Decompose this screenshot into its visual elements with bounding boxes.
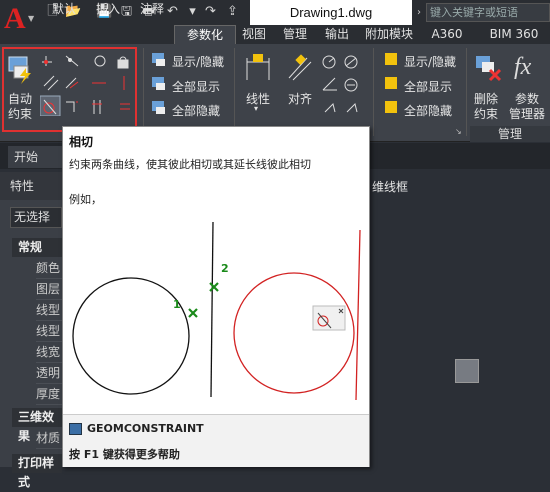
dim-show-hide-label[interactable]: 显示/隐藏 bbox=[404, 53, 456, 70]
show-hide-icon[interactable] bbox=[150, 51, 168, 69]
undo-dropdown-icon[interactable]: ▾ bbox=[184, 4, 201, 20]
tab-output[interactable]: 输出 bbox=[320, 25, 354, 44]
tangent-tooltip: 相切 约束两条曲线，使其彼此相切或其延长线彼此相切 例如， 1 2 GEOMCO… bbox=[62, 126, 370, 467]
dim-show-all-label[interactable]: 全部显示 bbox=[404, 78, 452, 95]
search-input[interactable]: 键入关键字或短语 bbox=[426, 3, 550, 22]
tooltip-command: GEOMCONSTRAINT bbox=[87, 422, 204, 435]
dynamic-icon bbox=[324, 103, 336, 113]
dim-show-all-icon[interactable] bbox=[382, 75, 400, 93]
lock-dim-icon bbox=[346, 103, 358, 113]
aligned-label[interactable]: 对齐 bbox=[288, 90, 312, 107]
tooltip-footer: GEOMCONSTRAINT 按 F1 键获得更多帮助 bbox=[63, 414, 369, 467]
dim-hide-all-icon[interactable] bbox=[382, 99, 400, 117]
example-circle-after bbox=[233, 272, 355, 394]
angular-icon bbox=[322, 77, 337, 91]
param-manager-label-2: 管理器 bbox=[509, 107, 546, 121]
drawing-canvas[interactable] bbox=[370, 169, 550, 467]
command-icon bbox=[69, 423, 82, 435]
prop-transparency[interactable]: 透明 bbox=[36, 363, 62, 384]
redo-icon[interactable]: ↷ bbox=[202, 4, 219, 20]
example-line-after bbox=[355, 229, 361, 401]
radius-icon bbox=[322, 55, 336, 69]
selection-dropdown[interactable]: 无选择 bbox=[10, 207, 62, 228]
application-menu-button[interactable]: A ▼ bbox=[0, 0, 38, 44]
tab-addins[interactable]: 附加模块 bbox=[360, 25, 418, 44]
document-title: Drawing1.dwg bbox=[250, 0, 412, 25]
tangent-example-illustration: 1 2 bbox=[72, 222, 361, 401]
show-all-icon[interactable] bbox=[150, 75, 168, 93]
autocad-logo-icon: A bbox=[4, 2, 26, 35]
example-line-before bbox=[210, 222, 214, 398]
example-label-1: 1 bbox=[173, 298, 181, 311]
aligned-dimension-icon[interactable] bbox=[285, 52, 315, 82]
hide-all-icon[interactable] bbox=[150, 99, 168, 117]
pick-marker-2-icon bbox=[209, 282, 219, 292]
section-general[interactable]: 常规 bbox=[12, 238, 62, 257]
tab-view[interactable]: 视图 bbox=[238, 25, 270, 44]
example-label-2: 2 bbox=[221, 262, 229, 275]
geom-show-hide-label[interactable]: 显示/隐藏 bbox=[172, 53, 224, 70]
geom-hide-all-label[interactable]: 全部隐藏 bbox=[172, 102, 220, 119]
tab-default[interactable]: 默认 bbox=[44, 0, 84, 19]
tab-parametric[interactable]: 参数化 bbox=[174, 25, 236, 44]
panel-expand-icon[interactable]: ↘ bbox=[455, 127, 462, 136]
chevron-down-icon[interactable]: ▾ bbox=[254, 104, 258, 113]
tab-start[interactable]: 开始 bbox=[8, 146, 63, 168]
highlight-box bbox=[2, 47, 137, 132]
tab-annotate[interactable]: 注释 bbox=[132, 0, 172, 19]
convert-icon bbox=[344, 78, 358, 92]
prop-material[interactable]: 材质 bbox=[36, 428, 62, 449]
dimension-tools bbox=[322, 55, 358, 113]
prop-thickness[interactable]: 厚度 bbox=[36, 384, 62, 405]
prop-linetype-scale[interactable]: 线型 bbox=[36, 321, 62, 342]
tab-bim360[interactable]: BIM 360 bbox=[484, 25, 544, 44]
tooltip-description: 约束两条曲线，使其彼此相切或其延长线彼此相切 bbox=[69, 158, 311, 171]
properties-title: 特性 bbox=[0, 172, 62, 200]
prop-layer[interactable]: 图层 bbox=[36, 279, 62, 300]
tab-insert[interactable]: 插入 bbox=[88, 0, 128, 19]
delete-constraint-label-2: 约束 bbox=[474, 107, 499, 121]
section-3d-effects[interactable]: 三维效果 bbox=[12, 408, 62, 443]
parameter-manager-icon[interactable]: fx bbox=[514, 54, 531, 81]
diameter-icon bbox=[344, 55, 358, 69]
separator bbox=[373, 48, 374, 136]
tooltip-title: 相切 bbox=[69, 135, 94, 149]
chevron-down-icon: ▼ bbox=[28, 14, 35, 23]
pick-marker-1-icon bbox=[188, 308, 198, 318]
tooltip-help: 按 F1 键获得更多帮助 bbox=[69, 448, 180, 461]
prop-lineweight[interactable]: 线宽 bbox=[36, 342, 62, 363]
geom-show-all-label[interactable]: 全部显示 bbox=[172, 78, 220, 95]
delete-constraint-icon[interactable] bbox=[474, 52, 502, 82]
share-icon[interactable]: ⇪ bbox=[224, 4, 241, 20]
separator bbox=[234, 48, 235, 136]
linear-dimension-icon[interactable] bbox=[243, 52, 273, 82]
ucs-icon bbox=[455, 359, 479, 383]
dim-hide-all-label[interactable]: 全部隐藏 bbox=[404, 102, 452, 119]
manage-panel-title: 管理 bbox=[470, 126, 550, 142]
prop-color[interactable]: 颜色 bbox=[36, 258, 62, 279]
example-circle-before bbox=[72, 277, 190, 395]
title-more-icon[interactable]: › bbox=[412, 0, 426, 25]
separator bbox=[466, 48, 467, 136]
dim-show-hide-icon[interactable] bbox=[382, 51, 400, 69]
visual-style-label[interactable]: 维线框 bbox=[372, 178, 408, 195]
separator bbox=[143, 48, 144, 136]
prop-linetype[interactable]: 线型 bbox=[36, 300, 62, 321]
tab-a360[interactable]: A360 bbox=[428, 25, 466, 44]
section-plot-style[interactable]: 打印样式 bbox=[12, 454, 62, 489]
tab-manage[interactable]: 管理 bbox=[278, 25, 312, 44]
tooltip-example-label: 例如， bbox=[69, 193, 102, 206]
